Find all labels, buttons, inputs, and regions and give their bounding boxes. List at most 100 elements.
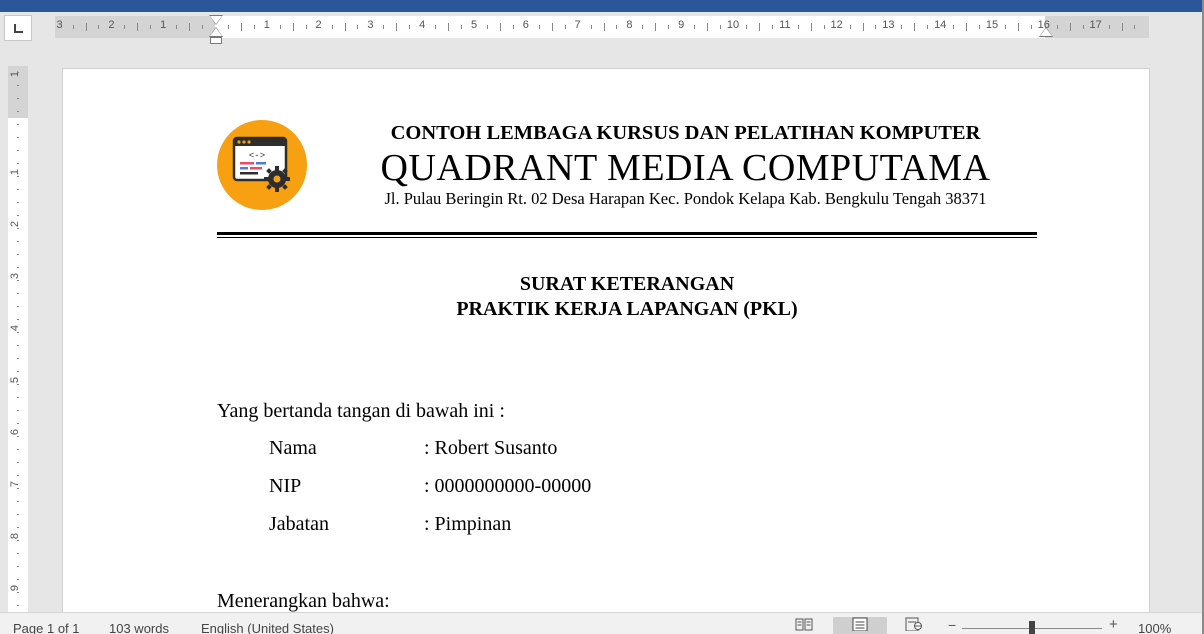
- ruler-tick: [1069, 23, 1071, 31]
- ruler-tick: [1056, 25, 1058, 29]
- vertical-ruler-tick: [17, 605, 19, 606]
- vertical-ruler-tick: [17, 332, 19, 333]
- vertical-ruler-tick: [17, 384, 19, 385]
- vertical-ruler-tick: [17, 215, 19, 216]
- ruler-number: 13: [882, 19, 895, 31]
- letterhead-institution-type: CONTOH LEMBAGA KURSUS DAN PELATIHAN KOMP…: [390, 122, 981, 144]
- ruler-tick: [914, 23, 916, 31]
- ruler-tick: [538, 25, 540, 29]
- vertical-ruler-tick: [17, 436, 19, 437]
- ruler-tick: [758, 23, 760, 31]
- ruler-number: 15: [985, 19, 999, 31]
- read-mode-button[interactable]: [793, 617, 815, 634]
- letterhead-company-name: QUADRANT MEDIA COMPUTAMA: [380, 147, 991, 189]
- ruler-tick: [771, 25, 773, 29]
- intro-paragraph: Yang bertanda tangan di bawah ini :: [217, 400, 505, 422]
- ruler-tick: [448, 23, 450, 31]
- ruler-tick: [85, 23, 87, 31]
- document-subtitle: PRAKTIK KERJA LAPANGAN (PKL): [456, 298, 798, 320]
- ruler-tick: [1121, 23, 1123, 31]
- vertical-ruler-tick: [17, 202, 19, 203]
- vertical-ruler-tick: [17, 423, 19, 424]
- zoom-level-indicator[interactable]: 100%: [1138, 621, 1171, 634]
- ruler-tick: [227, 25, 229, 29]
- ruler-tick: [564, 25, 566, 29]
- ruler-number: 14: [934, 19, 947, 31]
- vertical-ruler-tick: [17, 85, 19, 86]
- letterhead-address: Jl. Pulau Beringin Rt. 02 Desa Harapan K…: [384, 189, 987, 208]
- web-layout-button[interactable]: [903, 617, 925, 634]
- ruler-tick: [1108, 25, 1110, 29]
- ruler-tick: [694, 25, 696, 29]
- vertical-ruler-tick: [17, 397, 19, 398]
- hanging-indent-marker[interactable]: [210, 28, 222, 36]
- vertical-ruler-tick: [17, 462, 19, 463]
- vertical-ruler-tick: [17, 124, 19, 125]
- vertical-ruler-tick: [17, 267, 19, 268]
- vertical-ruler-tick: [17, 293, 19, 294]
- ruler-tick: [927, 25, 929, 29]
- horizontal-ruler[interactable]: 3 2 1 1 2 3 4 5 6 7 8 9 10 11 12 13 14 15 16 17: [55, 15, 1149, 44]
- document-page[interactable]: <-> CONTOH LEMBAGA KURSUS DAN PELATIHAN …: [62, 68, 1150, 628]
- language-indicator[interactable]: English (United States): [201, 621, 334, 634]
- ruler-tick: [189, 23, 191, 31]
- zoom-in-button[interactable]: +: [1109, 616, 1118, 633]
- ruler-tick: [435, 25, 437, 29]
- ruler-number: 3: [367, 19, 374, 31]
- vertical-ruler-tick: [17, 111, 19, 112]
- ruler-tick: [823, 25, 825, 29]
- ruler-tick: [124, 25, 126, 29]
- ruler-tick: [292, 23, 294, 31]
- field-value-nama: : Robert Susanto: [424, 437, 558, 459]
- vertical-ruler-tick: [17, 345, 19, 346]
- vertical-ruler-tick: [17, 163, 19, 164]
- field-label-nama: Nama: [269, 437, 317, 459]
- page-count-indicator[interactable]: Page 1 of 1: [13, 621, 80, 634]
- ruler-number: 1: [160, 19, 167, 31]
- vertical-ruler-tick: [17, 72, 19, 73]
- tab-selector-button[interactable]: [4, 15, 32, 41]
- vertical-ruler-tick: [17, 228, 19, 229]
- vertical-ruler[interactable]: 1 1 2 3 4 5 6 7 8 9: [8, 66, 28, 612]
- document-title: SURAT KETERANGAN: [519, 273, 735, 295]
- ruler-tick: [901, 25, 903, 29]
- ruler-tick: [486, 25, 488, 29]
- field-value-nip: : 0000000000-00000: [424, 475, 592, 497]
- ruler-tick: [979, 25, 981, 29]
- field-value-jabatan: : Pimpinan: [424, 513, 512, 535]
- ruler-tick: [461, 25, 463, 29]
- vertical-ruler-number: 1: [9, 168, 22, 176]
- vertical-ruler-tick: [17, 358, 19, 359]
- ruler-tick: [150, 25, 152, 29]
- vertical-ruler-tick: [17, 241, 19, 242]
- left-indent-marker[interactable]: [210, 37, 222, 44]
- vertical-ruler-tick: [17, 176, 19, 177]
- tab-stop-left-icon: [13, 23, 23, 33]
- vertical-ruler-tick: [17, 137, 19, 138]
- ruler-tick: [344, 23, 346, 31]
- browser-code-gear-icon: <->: [232, 136, 290, 192]
- zoom-out-button[interactable]: −: [948, 617, 956, 633]
- vertical-ruler-tick: [17, 514, 19, 515]
- letterhead-divider-thin: [217, 237, 1037, 238]
- vertical-ruler-tick: [17, 566, 19, 567]
- first-line-indent-marker[interactable]: [210, 16, 222, 24]
- ruler-number: 2: [315, 19, 322, 31]
- ruler-tick: [1134, 25, 1136, 29]
- ribbon-edge: [0, 0, 1204, 12]
- zoom-slider-thumb[interactable]: [1029, 621, 1035, 634]
- ruler-tick: [590, 25, 592, 29]
- ruler-tick: [953, 25, 955, 29]
- vertical-ruler-number: 4: [9, 324, 22, 332]
- ruler-tick: [720, 25, 722, 29]
- vertical-ruler-number: 5: [9, 376, 22, 384]
- ruler-number: 16: [1037, 19, 1050, 31]
- vertical-ruler-tick: [17, 371, 19, 372]
- ruler-tick: [305, 25, 307, 29]
- word-count-indicator[interactable]: 103 words: [109, 621, 169, 634]
- ruler-number: 1: [263, 19, 270, 31]
- ruler-tick: [966, 23, 968, 31]
- print-layout-button[interactable]: [833, 617, 887, 634]
- ruler-tick: [512, 25, 514, 29]
- ruler-tick: [72, 25, 74, 29]
